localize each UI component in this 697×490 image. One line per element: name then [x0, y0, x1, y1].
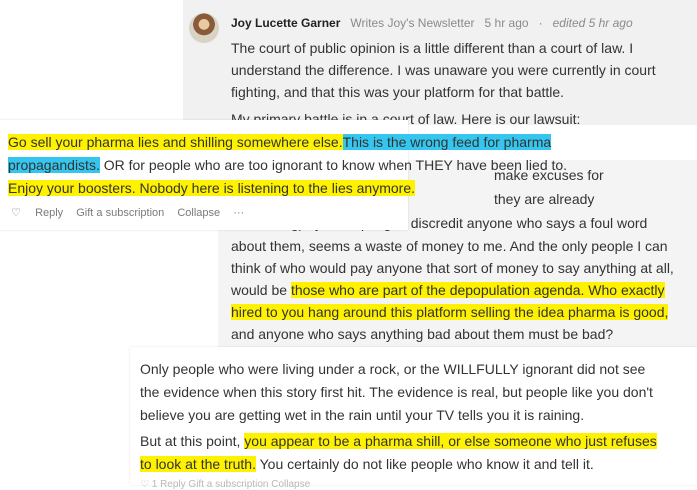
comment-text-line: Go sell your pharma lies and shilling so…	[8, 131, 552, 153]
comment-text-line: about them, seems a waste of money to me…	[231, 238, 668, 254]
highlighted-text: to look at the truth.	[140, 456, 256, 472]
comment-text-line: and anyone who says anything bad about t…	[231, 326, 614, 342]
comment-text-line: understand the difference. I was unaware…	[231, 62, 656, 78]
heart-icon[interactable]: ♡	[10, 206, 22, 219]
highlighted-text: hired to you hang around this platform s…	[231, 304, 669, 320]
highlighted-text-blue: This is the wrong feed for pharma	[342, 134, 552, 150]
author-name[interactable]: Joy Lucette Garner	[231, 16, 340, 30]
comment-text-line: hired to you hang around this platform s…	[231, 301, 669, 323]
comment-text-line: fighting, and that this was your platfor…	[231, 84, 565, 100]
highlighted-text-blue: propagandists.	[8, 157, 100, 173]
comment-text-line: think of who would pay anyone that sort …	[231, 260, 674, 276]
comment-meta: Joy Lucette Garner Writes Joy's Newslett…	[231, 16, 633, 30]
highlighted-text: Go sell your pharma lies and shilling so…	[8, 134, 343, 150]
meta-separator: ·	[538, 16, 543, 30]
highlighted-text: you appear to be a pharma shill, or else…	[244, 433, 657, 449]
comment-text-line: would be those who are part of the depop…	[231, 279, 665, 301]
comment-text-line: they are already	[494, 191, 595, 207]
comment-text-line: the evidence when this story first hit. …	[140, 384, 653, 400]
newsletter-link[interactable]: Writes Joy's Newsletter	[350, 16, 474, 30]
comment-text-line: The court of public opinion is a little …	[231, 40, 634, 56]
reply-button[interactable]: Reply	[35, 207, 63, 219]
plain-text: You certainly do not like people who kno…	[255, 456, 594, 472]
edited-label: edited 5 hr ago	[552, 16, 633, 30]
highlighted-text: those who are part of the depopulation a…	[290, 282, 665, 298]
comment-text-line: propagandists. OR for people who are too…	[8, 154, 567, 176]
comment-text-line: But at this point, you appear to be a ph…	[140, 430, 657, 452]
avatar[interactable]	[189, 13, 219, 43]
collapse-button[interactable]: Collapse	[177, 207, 220, 219]
comment-text-line: Enjoy your boosters. Nobody here is list…	[8, 177, 415, 199]
comment-text-line: believe you are getting wet in the rain …	[140, 407, 585, 423]
more-options-icon[interactable]: ···	[233, 207, 244, 219]
plain-text: OR for people who are too ignorant to kn…	[99, 157, 568, 173]
plain-text: But at this point,	[140, 433, 245, 449]
highlighted-text: Enjoy your boosters. Nobody here is list…	[8, 180, 415, 196]
plain-text: would be	[231, 282, 291, 298]
timestamp: 5 hr ago	[484, 16, 529, 30]
comment-actions: ♡ Reply Gift a subscription Collapse ···	[10, 206, 254, 219]
gift-subscription-button[interactable]: Gift a subscription	[76, 207, 164, 219]
comment-text-line: Only people who were living under a rock…	[140, 361, 646, 377]
comment-text-line: to look at the truth. You certainly do n…	[140, 453, 594, 475]
